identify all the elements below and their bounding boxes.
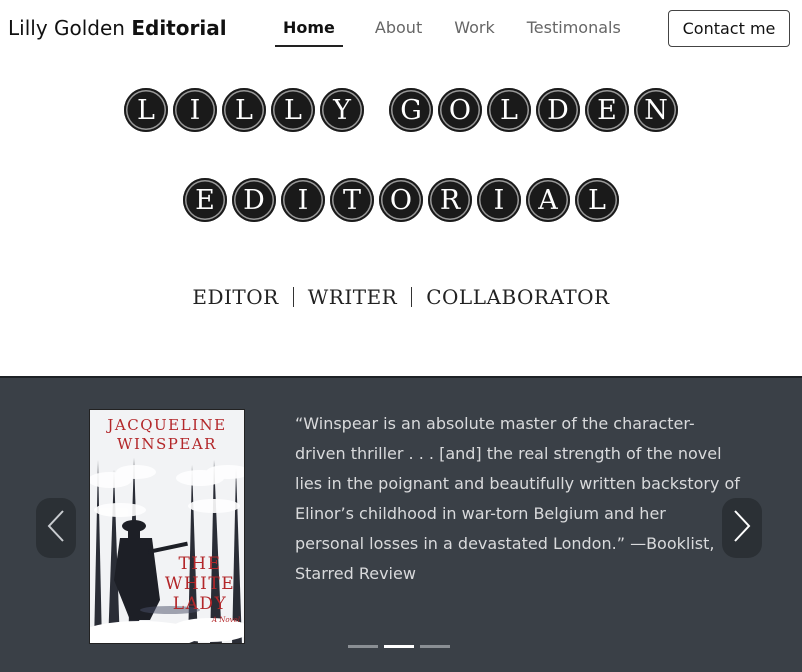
book-cover: JACQUELINE WINSPEAR THE WHITE LADY A Nov…: [89, 409, 245, 644]
typewriter-key: G: [389, 88, 433, 132]
typewriter-key: L: [222, 88, 266, 132]
typewriter-key: I: [281, 178, 325, 222]
book-author-line: WINSPEAR: [117, 435, 217, 453]
typewriter-key: L: [487, 88, 531, 132]
book-title-line: WHITE: [164, 574, 236, 594]
typewriter-key: L: [575, 178, 619, 222]
brand-logo[interactable]: Lilly Golden Editorial: [8, 16, 227, 40]
book-title-line: THE: [178, 554, 222, 574]
role-divider: [411, 287, 413, 307]
book-author: JACQUELINE WINSPEAR: [90, 416, 244, 454]
carousel-dot-2[interactable]: [384, 645, 414, 648]
book-title: THE WHITE LADY: [150, 554, 244, 614]
nav-item-about[interactable]: About: [375, 0, 422, 48]
typewriter-key: N: [634, 88, 678, 132]
typewriter-key: Y: [320, 88, 364, 132]
roles-line: EDITOR WRITER COLLABORATOR: [0, 285, 802, 309]
main-nav: Home About Work Testimonals: [275, 0, 653, 50]
nav-item-home[interactable]: Home: [275, 0, 343, 48]
nav-item-work[interactable]: Work: [454, 0, 495, 48]
typewriter-key: O: [438, 88, 482, 132]
book-author-line: JACQUELINE: [107, 416, 227, 434]
testimonial-quote: “Winspear is an absolute master of the c…: [295, 414, 740, 583]
brand-name-bold: Editorial: [131, 16, 227, 40]
typewriter-key: E: [183, 178, 227, 222]
carousel-prev-button[interactable]: [36, 498, 76, 558]
typewriter-key: E: [585, 88, 629, 132]
role-collaborator: COLLABORATOR: [426, 285, 610, 309]
brand-name: Lilly Golden: [8, 16, 132, 40]
carousel-dot-3[interactable]: [420, 645, 450, 648]
typewriter-key: R: [428, 178, 472, 222]
book-title-line: LADY: [172, 594, 228, 614]
role-writer: WRITER: [307, 285, 398, 309]
typewriter-key: A: [526, 178, 570, 222]
typewriter-key: L: [271, 88, 315, 132]
typewriter-key: D: [536, 88, 580, 132]
nav-item-testimonials[interactable]: Testimonals: [527, 0, 621, 48]
carousel-indicators: [348, 645, 456, 648]
typewriter-key: I: [477, 178, 521, 222]
carousel-next-button[interactable]: [722, 498, 762, 558]
book-subtitle: A Novel: [212, 616, 240, 624]
role-editor: EDITOR: [192, 285, 279, 309]
hero-title-line-2: EDITORIAL: [0, 178, 802, 222]
typewriter-key: L: [124, 88, 168, 132]
hero-title-line-1: LILLYGOLDEN: [0, 88, 802, 132]
typewriter-key: I: [173, 88, 217, 132]
chevron-right-icon: [731, 509, 753, 547]
typewriter-key: D: [232, 178, 276, 222]
contact-button[interactable]: Contact me: [668, 10, 790, 47]
carousel-dot-1[interactable]: [348, 645, 378, 648]
typewriter-key: T: [330, 178, 374, 222]
role-divider: [292, 287, 294, 307]
testimonial-carousel: JACQUELINE WINSPEAR THE WHITE LADY A Nov…: [0, 376, 802, 672]
typewriter-key: O: [379, 178, 423, 222]
chevron-left-icon: [45, 509, 67, 547]
